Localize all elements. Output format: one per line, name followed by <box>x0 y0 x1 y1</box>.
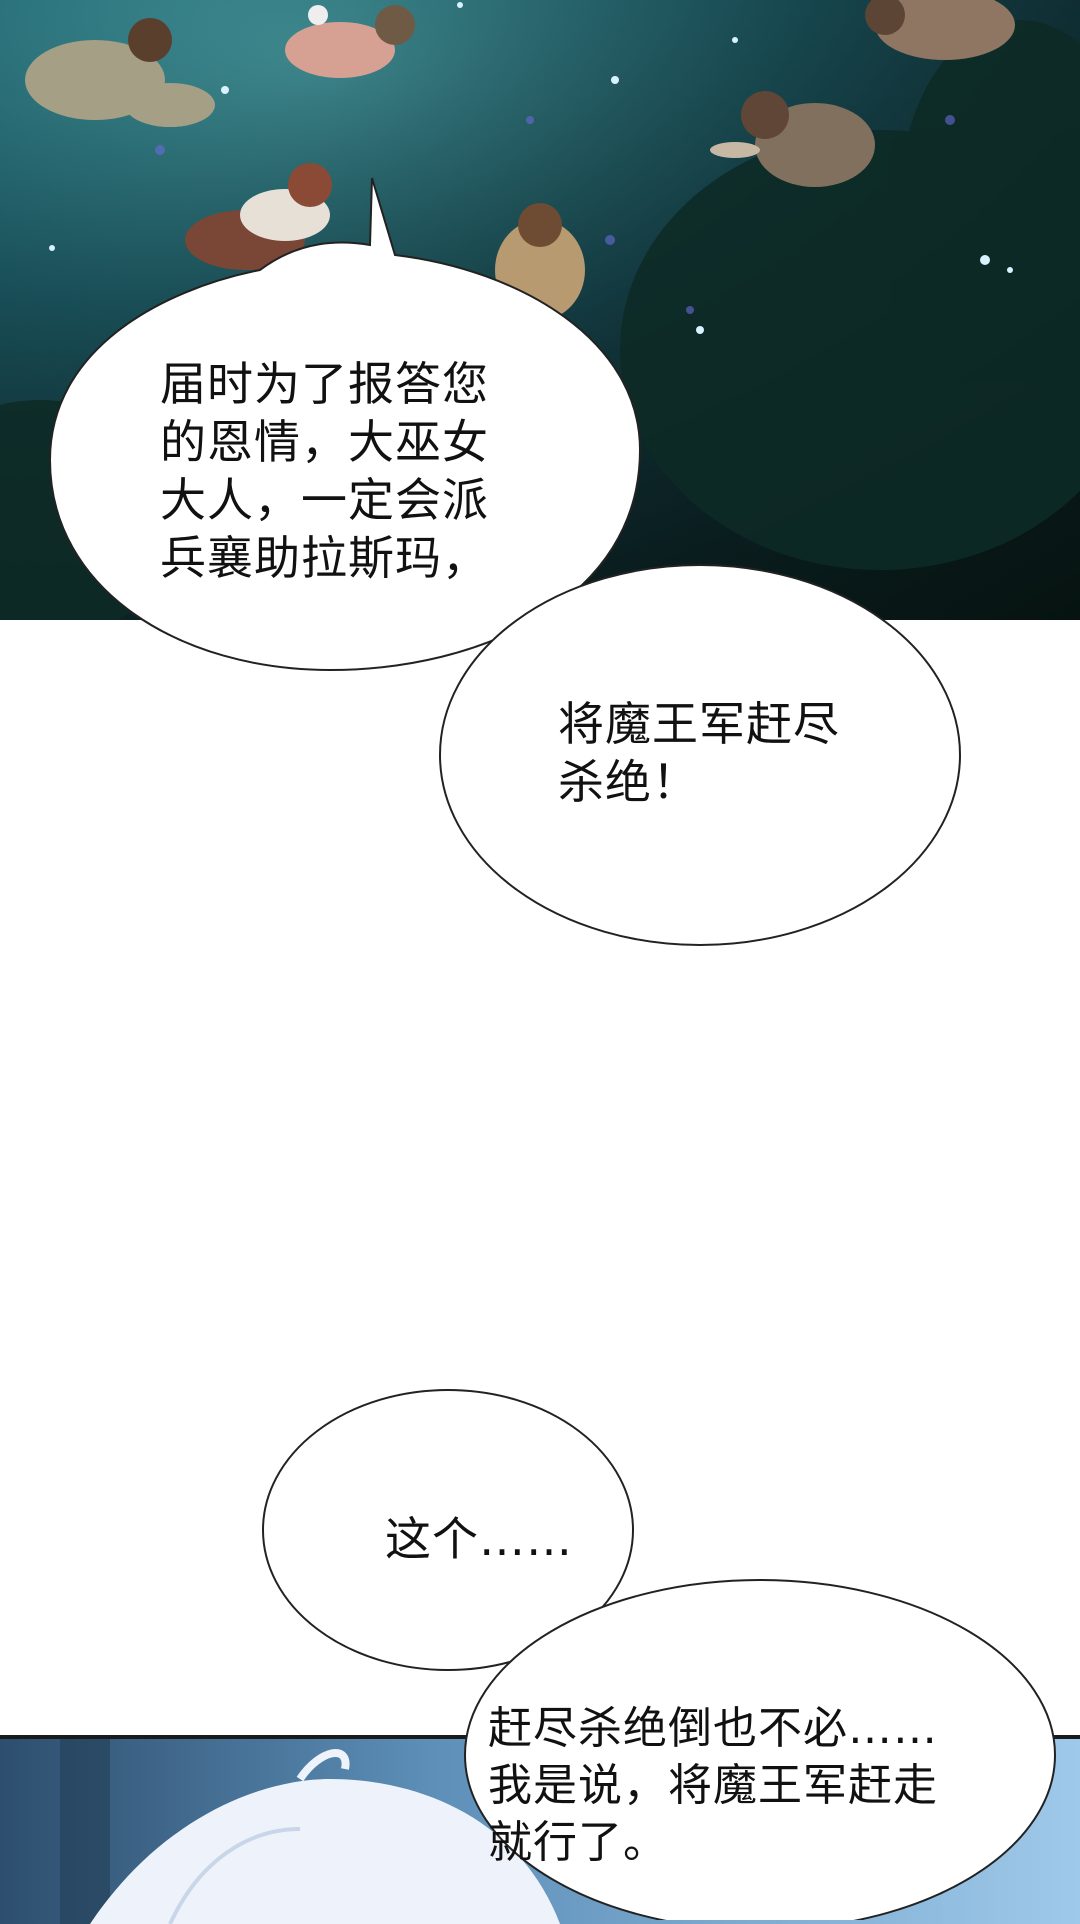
dialogue-text-1: 届时为了报答您 的恩情，大巫女 大人，一定会派 兵襄助拉斯玛， <box>160 357 489 585</box>
speech-bubble-layer <box>48 177 1056 1920</box>
dialogue-text-3: 这个…… <box>385 1512 573 1566</box>
dialogue-text-2: 将魔王军赶尽 杀绝！ <box>558 697 840 809</box>
dialogue-text-4: 赶尽杀绝倒也不必…… 我是说，将魔王军赶走 就行了。 <box>488 1703 938 1868</box>
